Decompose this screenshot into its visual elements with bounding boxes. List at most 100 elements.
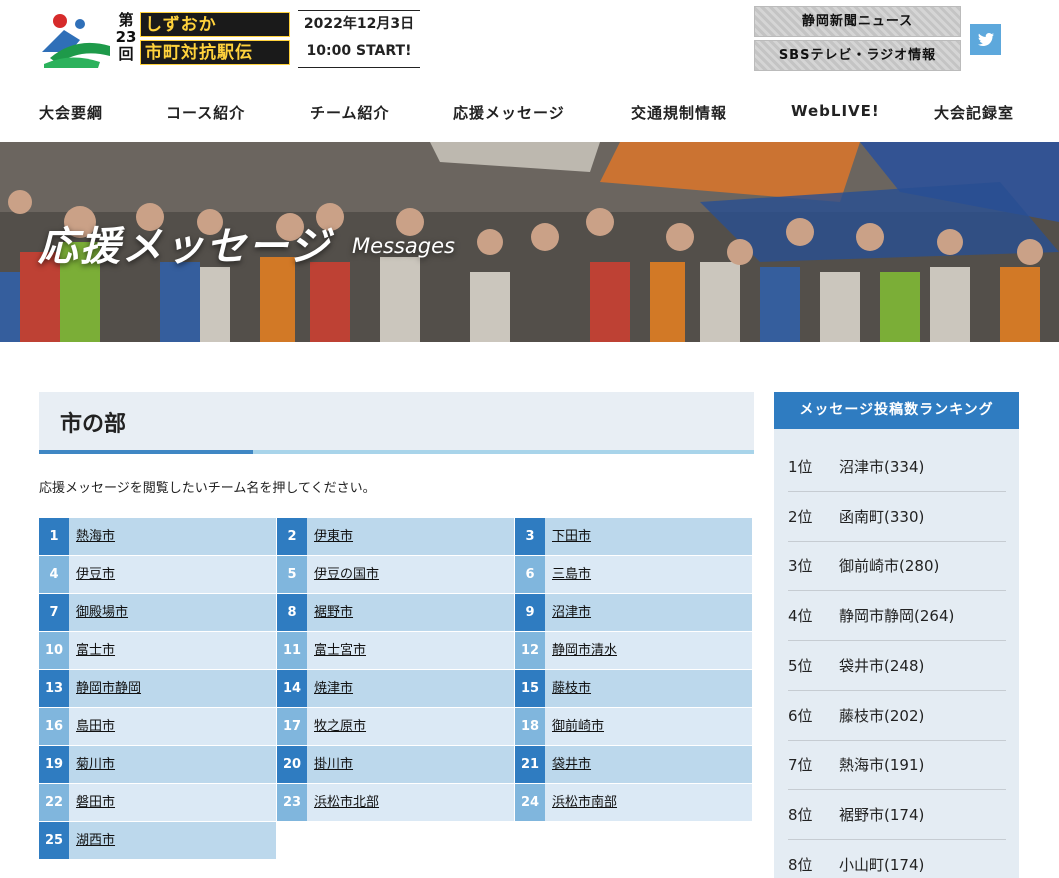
team-link[interactable]: 25 湖西市 <box>39 822 276 859</box>
section-header: 市の部 <box>39 392 754 454</box>
ranking-item: 7位 熱海市(191) <box>788 741 1006 791</box>
nav-records[interactable]: 大会記録室 <box>934 102 1014 123</box>
team-link[interactable]: 15 藤枝市 <box>515 670 752 707</box>
team-link[interactable]: 8 裾野市 <box>277 594 514 631</box>
team-name[interactable]: 伊豆の国市 <box>314 556 379 593</box>
ranking-team: 藤枝市(202) <box>839 706 925 725</box>
team-name[interactable]: 牧之原市 <box>314 708 366 745</box>
ekiden-logo[interactable] <box>40 12 112 68</box>
team-number: 19 <box>39 746 69 783</box>
ranking-team: 裾野市(174) <box>839 805 925 824</box>
ranking-item: 5位 袋井市(248) <box>788 642 1006 691</box>
team-name[interactable]: 静岡市静岡 <box>76 670 141 707</box>
team-number: 20 <box>277 746 307 783</box>
team-name[interactable]: 焼津市 <box>314 670 353 707</box>
team-link[interactable]: 7 御殿場市 <box>39 594 276 631</box>
team-link[interactable]: 19 菊川市 <box>39 746 276 783</box>
site-header: 第 23 回 しずおか 市町対抗駅伝 2022年12月3日 10:00 STAR… <box>0 0 1059 90</box>
nav-traffic[interactable]: 交通規制情報 <box>631 102 727 123</box>
team-name[interactable]: 静岡市清水 <box>552 632 617 669</box>
ranking-list: 1位 沼津市(334) 2位 函南町(330) 3位 御前崎市(280) 4位 静岡市静岡(2… <box>774 429 1019 878</box>
team-name[interactable]: 富士市 <box>76 632 115 669</box>
team-link[interactable]: 4 伊豆市 <box>39 556 276 593</box>
ranking-position: 1位 <box>788 458 813 476</box>
team-link[interactable]: 20 掛川市 <box>277 746 514 783</box>
team-link[interactable]: 9 沼津市 <box>515 594 752 631</box>
team-name[interactable]: 浜松市南部 <box>552 784 617 821</box>
team-number: 21 <box>515 746 545 783</box>
team-number: 9 <box>515 594 545 631</box>
team-name[interactable]: 御前崎市 <box>552 708 604 745</box>
ranking-team: 函南町(330) <box>839 507 925 526</box>
team-link[interactable]: 5 伊豆の国市 <box>277 556 514 593</box>
team-name[interactable]: 島田市 <box>76 708 115 745</box>
team-number: 3 <box>515 518 545 555</box>
team-name[interactable]: 御殿場市 <box>76 594 128 631</box>
team-link[interactable]: 13 静岡市静岡 <box>39 670 276 707</box>
team-number: 4 <box>39 556 69 593</box>
intro-text: 応援メッセージを閲覧したいチーム名を押してください。 <box>39 481 376 496</box>
team-link[interactable]: 21 袋井市 <box>515 746 752 783</box>
ranking-item: 1位 沼津市(334) <box>788 443 1006 492</box>
team-name[interactable]: 藤枝市 <box>552 670 591 707</box>
ranking-position: 7位 <box>788 756 813 775</box>
team-name[interactable]: 裾野市 <box>314 594 353 631</box>
team-link[interactable]: 17 牧之原市 <box>277 708 514 745</box>
ranking-item: 8位 裾野市(174) <box>788 791 1006 840</box>
event-title: しずおか 市町対抗駅伝 <box>140 12 290 66</box>
team-number: 10 <box>39 632 69 669</box>
team-link[interactable]: 3 下田市 <box>515 518 752 555</box>
shizuoka-news-link[interactable]: 静岡新聞ニュース <box>754 6 961 37</box>
twitter-icon[interactable] <box>970 24 1001 55</box>
team-name[interactable]: 磐田市 <box>76 784 115 821</box>
team-name[interactable]: 伊東市 <box>314 518 353 555</box>
nav-outline[interactable]: 大会要綱 <box>39 102 103 123</box>
team-link[interactable]: 23 浜松市北部 <box>277 784 514 821</box>
ranking-title: メッセージ投稿数ランキング <box>774 392 1019 429</box>
team-link[interactable]: 6 三島市 <box>515 556 752 593</box>
team-link[interactable]: 2 伊東市 <box>277 518 514 555</box>
team-number: 11 <box>277 632 307 669</box>
sbs-info-link[interactable]: SBSテレビ・ラジオ情報 <box>754 40 961 71</box>
team-number: 22 <box>39 784 69 821</box>
team-name[interactable]: 浜松市北部 <box>314 784 379 821</box>
team-number: 18 <box>515 708 545 745</box>
ranking-team: 熱海市(191) <box>839 756 925 775</box>
team-link[interactable]: 18 御前崎市 <box>515 708 752 745</box>
ranking-team: 沼津市(334) <box>839 458 925 476</box>
global-nav: 大会要綱 コース紹介 チーム紹介 応援メッセージ 交通規制情報 WebLIVE!… <box>0 92 1059 134</box>
team-link[interactable]: 22 磐田市 <box>39 784 276 821</box>
nav-teams[interactable]: チーム紹介 <box>310 102 390 123</box>
nav-messages[interactable]: 応援メッセージ <box>453 102 565 123</box>
ranking-team: 御前崎市(280) <box>839 557 940 576</box>
edition-prefix: 第 <box>118 11 134 29</box>
team-name[interactable]: 沼津市 <box>552 594 591 631</box>
team-link[interactable]: 10 富士市 <box>39 632 276 669</box>
ranking-team: 静岡市静岡(264) <box>839 607 955 626</box>
team-name[interactable]: 菊川市 <box>76 746 115 783</box>
team-name[interactable]: 袋井市 <box>552 746 591 783</box>
team-link[interactable]: 12 静岡市清水 <box>515 632 752 669</box>
team-link[interactable]: 16 島田市 <box>39 708 276 745</box>
team-link[interactable]: 1 熱海市 <box>39 518 276 555</box>
team-number: 5 <box>277 556 307 593</box>
ranking-team: 小山町(174) <box>839 855 925 874</box>
ranking-position: 6位 <box>788 706 813 725</box>
team-link[interactable]: 11 富士宮市 <box>277 632 514 669</box>
ranking-team: 袋井市(248) <box>839 656 925 675</box>
event-date: 2022年12月3日 10:00 START! <box>298 10 420 68</box>
team-number: 2 <box>277 518 307 555</box>
nav-weblive[interactable]: WebLIVE! <box>791 102 880 120</box>
team-name[interactable]: 熱海市 <box>76 518 115 555</box>
team-name[interactable]: 伊豆市 <box>76 556 115 593</box>
team-link[interactable]: 14 焼津市 <box>277 670 514 707</box>
nav-course[interactable]: コース紹介 <box>166 102 245 123</box>
team-name[interactable]: 富士宮市 <box>314 632 366 669</box>
team-number: 24 <box>515 784 545 821</box>
team-name[interactable]: 三島市 <box>552 556 591 593</box>
team-name[interactable]: 湖西市 <box>76 822 115 859</box>
team-name[interactable]: 掛川市 <box>314 746 353 783</box>
team-link[interactable]: 24 浜松市南部 <box>515 784 752 821</box>
team-number: 23 <box>277 784 307 821</box>
team-name[interactable]: 下田市 <box>552 518 591 555</box>
